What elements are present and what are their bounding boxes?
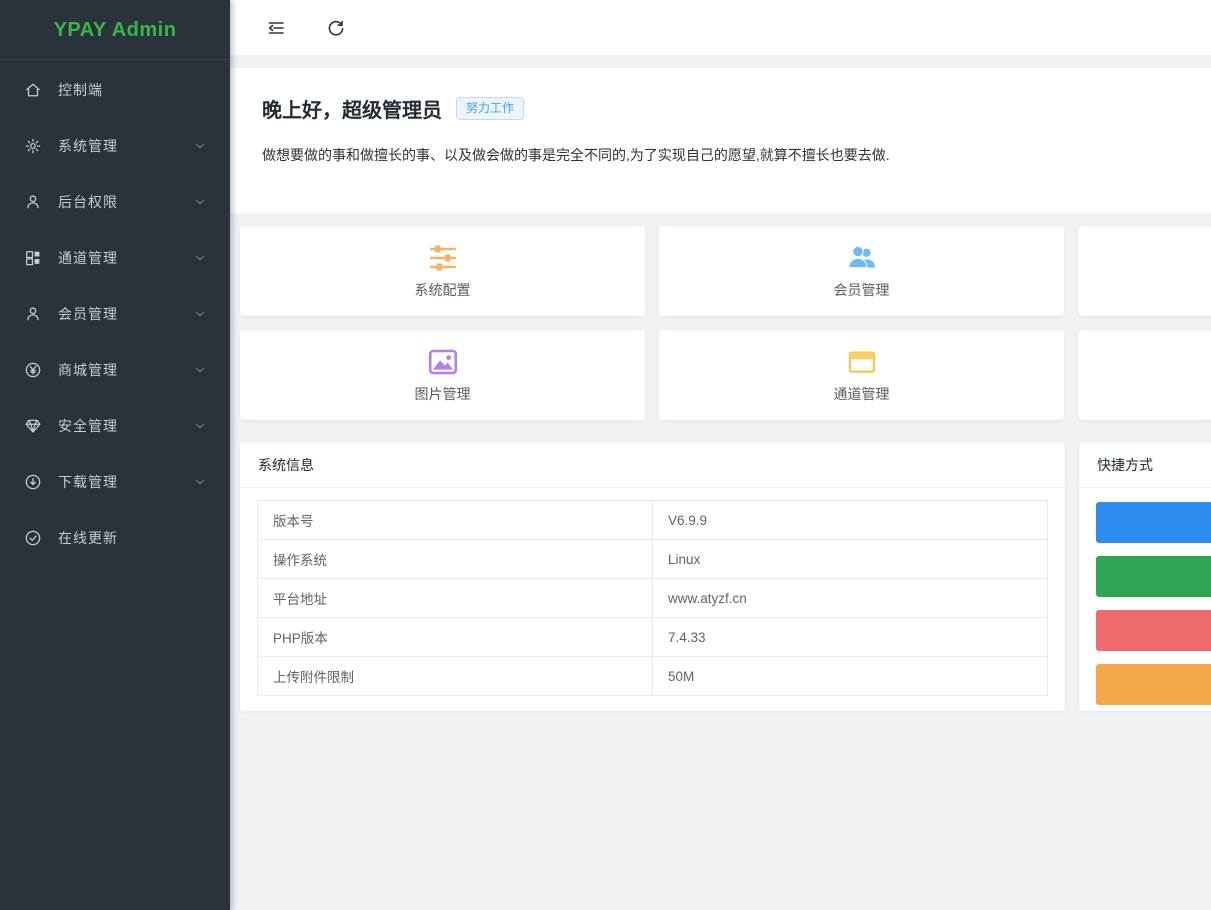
table-row: 版本号 V6.9.9 (258, 501, 1048, 540)
download-icon (24, 473, 42, 491)
app-logo: YPAY Admin (0, 0, 230, 60)
greeting-panel: 晚上好，超级管理员 努力工作 做想要做的事和做擅长的事、以及做会做的事是完全不同… (230, 68, 1211, 213)
sidebar-item-security[interactable]: 安全管理 (0, 398, 230, 454)
card-channels[interactable]: 通道管理 (659, 330, 1064, 420)
sidebar-item-label: 系统管理 (58, 136, 118, 156)
info-label: PHP版本 (258, 618, 653, 657)
card-label: 图片管理 (415, 384, 471, 404)
users-icon (847, 243, 877, 273)
chevron-down-icon (194, 196, 206, 208)
sidebar-item-label: 后台权限 (58, 192, 118, 212)
greeting-title: 晚上好，超级管理员 (262, 94, 442, 123)
table-row: 操作系统 Linux (258, 540, 1048, 579)
panels-row: 系统信息 版本号 V6.9.9 操作系统 Linux 平台地址 (240, 442, 1211, 711)
main-content: 晚上好，超级管理员 努力工作 做想要做的事和做擅长的事、以及做会做的事是完全不同… (230, 68, 1211, 711)
sidebar-item-channels[interactable]: 通道管理 (0, 230, 230, 286)
card-images[interactable]: 图片管理 (240, 330, 645, 420)
table-row: 上传附件限制 50M (258, 657, 1048, 696)
topbar (230, 0, 1211, 55)
quick-link-green[interactable] (1096, 556, 1211, 597)
home-icon (24, 81, 42, 99)
system-info-panel: 系统信息 版本号 V6.9.9 操作系统 Linux 平台地址 (240, 442, 1065, 711)
sidebar-menu: 控制端 系统管理 后台权限 通道管理 会员管理 商城管理 (0, 60, 230, 566)
card-empty[interactable] (1078, 226, 1211, 316)
quick-link-red[interactable] (1096, 610, 1211, 651)
greeting-badge: 努力工作 (456, 97, 524, 119)
yen-circle-icon (24, 361, 42, 379)
sidebar-item-label: 会员管理 (58, 304, 118, 324)
sidebar-item-label: 商城管理 (58, 360, 118, 380)
sidebar-item-label: 安全管理 (58, 416, 118, 436)
system-info-table: 版本号 V6.9.9 操作系统 Linux 平台地址 www.atyzf.cn (257, 500, 1048, 696)
fold-menu-icon (266, 18, 286, 38)
sidebar-item-system[interactable]: 系统管理 (0, 118, 230, 174)
collapse-sidebar-button[interactable] (266, 18, 286, 38)
circle-check-icon (24, 529, 42, 547)
info-label: 平台地址 (258, 579, 653, 618)
cards-row-1: 系统配置 会员管理 (240, 226, 1211, 316)
greeting-quote: 做想要做的事和做擅长的事、以及做会做的事是完全不同的,为了实现自己的愿望,就算不… (262, 145, 1211, 165)
info-value: 7.4.33 (653, 618, 1048, 657)
sidebar-item-members[interactable]: 会员管理 (0, 286, 230, 342)
quick-link-blue[interactable] (1096, 502, 1211, 543)
info-label: 操作系统 (258, 540, 653, 579)
user-icon (24, 305, 42, 323)
gear-icon (24, 137, 42, 155)
table-row: 平台地址 www.atyzf.cn (258, 579, 1048, 618)
grid-icon (24, 249, 42, 267)
chevron-down-icon (194, 364, 206, 376)
quick-link-orange[interactable] (1096, 664, 1211, 705)
card-label: 会员管理 (834, 280, 890, 300)
card-empty[interactable] (1078, 330, 1211, 420)
sidebar-item-label: 下载管理 (58, 472, 118, 492)
chevron-down-icon (194, 308, 206, 320)
refresh-button[interactable] (326, 18, 346, 38)
sidebar-item-label: 在线更新 (58, 528, 118, 548)
card-system-config[interactable]: 系统配置 (240, 226, 645, 316)
quick-links-title: 快捷方式 (1079, 442, 1211, 488)
info-value: 50M (653, 657, 1048, 696)
chevron-down-icon (194, 476, 206, 488)
sidebar-item-admin-perms[interactable]: 后台权限 (0, 174, 230, 230)
info-label: 版本号 (258, 501, 653, 540)
quick-links-panel: 快捷方式 (1079, 442, 1211, 711)
card-label: 系统配置 (415, 280, 471, 300)
window-icon (847, 347, 877, 377)
system-info-title: 系统信息 (240, 442, 1065, 488)
cards-row-2: 图片管理 通道管理 (240, 330, 1211, 420)
image-icon (428, 347, 458, 377)
info-value: Linux (653, 540, 1048, 579)
sidebar-item-mall[interactable]: 商城管理 (0, 342, 230, 398)
sliders-icon (428, 243, 458, 273)
sidebar: YPAY Admin 控制端 系统管理 后台权限 通道管理 会员管理 (0, 0, 230, 910)
info-value: V6.9.9 (653, 501, 1048, 540)
sidebar-item-downloads[interactable]: 下载管理 (0, 454, 230, 510)
sidebar-item-online-update[interactable]: 在线更新 (0, 510, 230, 566)
sidebar-item-label: 通道管理 (58, 248, 118, 268)
card-members[interactable]: 会员管理 (659, 226, 1064, 316)
card-label: 通道管理 (834, 384, 890, 404)
user-icon (24, 193, 42, 211)
table-row: PHP版本 7.4.33 (258, 618, 1048, 657)
sidebar-item-dashboard[interactable]: 控制端 (0, 62, 230, 118)
gem-icon (24, 417, 42, 435)
chevron-down-icon (194, 252, 206, 264)
info-value: www.atyzf.cn (653, 579, 1048, 618)
chevron-down-icon (194, 420, 206, 432)
info-label: 上传附件限制 (258, 657, 653, 696)
chevron-down-icon (194, 140, 206, 152)
refresh-icon (326, 18, 346, 38)
sidebar-item-label: 控制端 (58, 80, 103, 100)
